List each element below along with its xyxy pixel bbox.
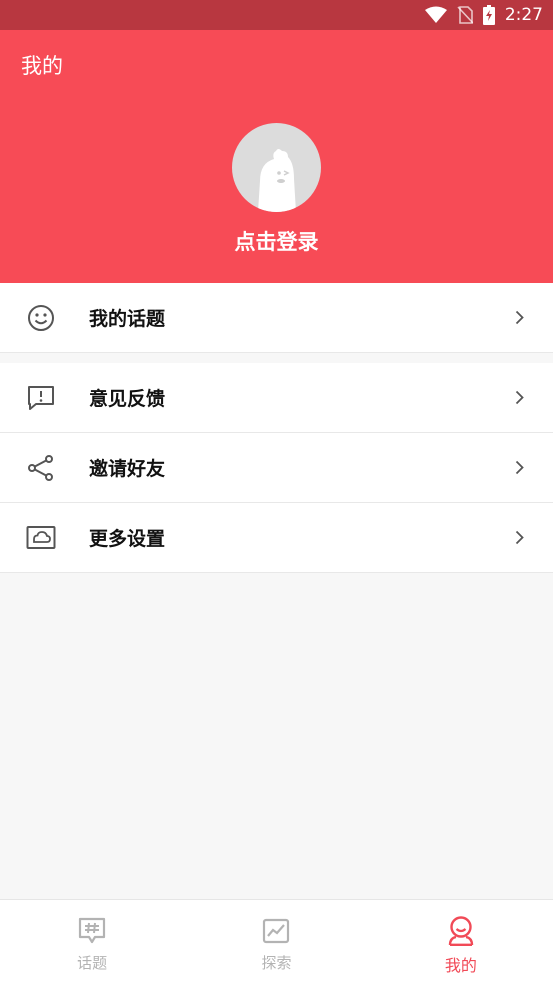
- tab-label: 话题: [77, 954, 108, 972]
- menu-item-label: 更多设置: [89, 528, 166, 550]
- menu-item-more-settings[interactable]: 更多设置: [0, 502, 553, 572]
- default-avatar-icon: [258, 149, 296, 212]
- share-icon: [26, 453, 56, 483]
- cloud-settings-icon: [26, 523, 56, 553]
- menu-item-feedback[interactable]: 意见反馈: [0, 363, 553, 432]
- tab-label: 我的: [444, 956, 477, 975]
- feedback-icon: [26, 383, 56, 413]
- profile-icon: [446, 916, 476, 946]
- avatar[interactable]: [232, 123, 321, 212]
- wifi-icon: [424, 6, 447, 24]
- login-button[interactable]: 点击登录: [0, 226, 553, 256]
- menu-group-2: 意见反馈 邀请好友 更多设置: [0, 363, 553, 573]
- hashtag-chat-icon: [77, 916, 107, 946]
- menu-item-invite-friends[interactable]: 邀请好友: [0, 432, 553, 502]
- tab-topics[interactable]: 话题: [0, 900, 184, 984]
- menu-group-1: 我的话题: [0, 283, 553, 353]
- chart-icon: [261, 916, 291, 946]
- tab-mine[interactable]: 我的: [369, 900, 553, 984]
- status-bar: 2:27: [0, 0, 553, 30]
- smiley-icon: [26, 303, 56, 333]
- chevron-right-icon: [513, 529, 525, 547]
- page-title: 我的: [21, 54, 63, 78]
- battery-charging-icon: [482, 5, 495, 25]
- menu-item-label: 我的话题: [89, 308, 166, 330]
- menu-item-label: 邀请好友: [89, 458, 166, 480]
- status-time: 2:27: [504, 5, 543, 25]
- profile-header: 我的 点击登录: [0, 30, 553, 283]
- menu-item-label: 意见反馈: [89, 388, 166, 410]
- chevron-right-icon: [513, 309, 525, 327]
- chevron-right-icon: [513, 389, 525, 407]
- menu-item-my-topics[interactable]: 我的话题: [0, 283, 553, 352]
- no-sim-icon: [457, 6, 473, 24]
- chevron-right-icon: [513, 459, 525, 477]
- tab-explore[interactable]: 探索: [184, 900, 368, 984]
- tab-label: 探索: [261, 954, 292, 972]
- bottom-tab-bar: 话题 探索 我的: [0, 899, 553, 984]
